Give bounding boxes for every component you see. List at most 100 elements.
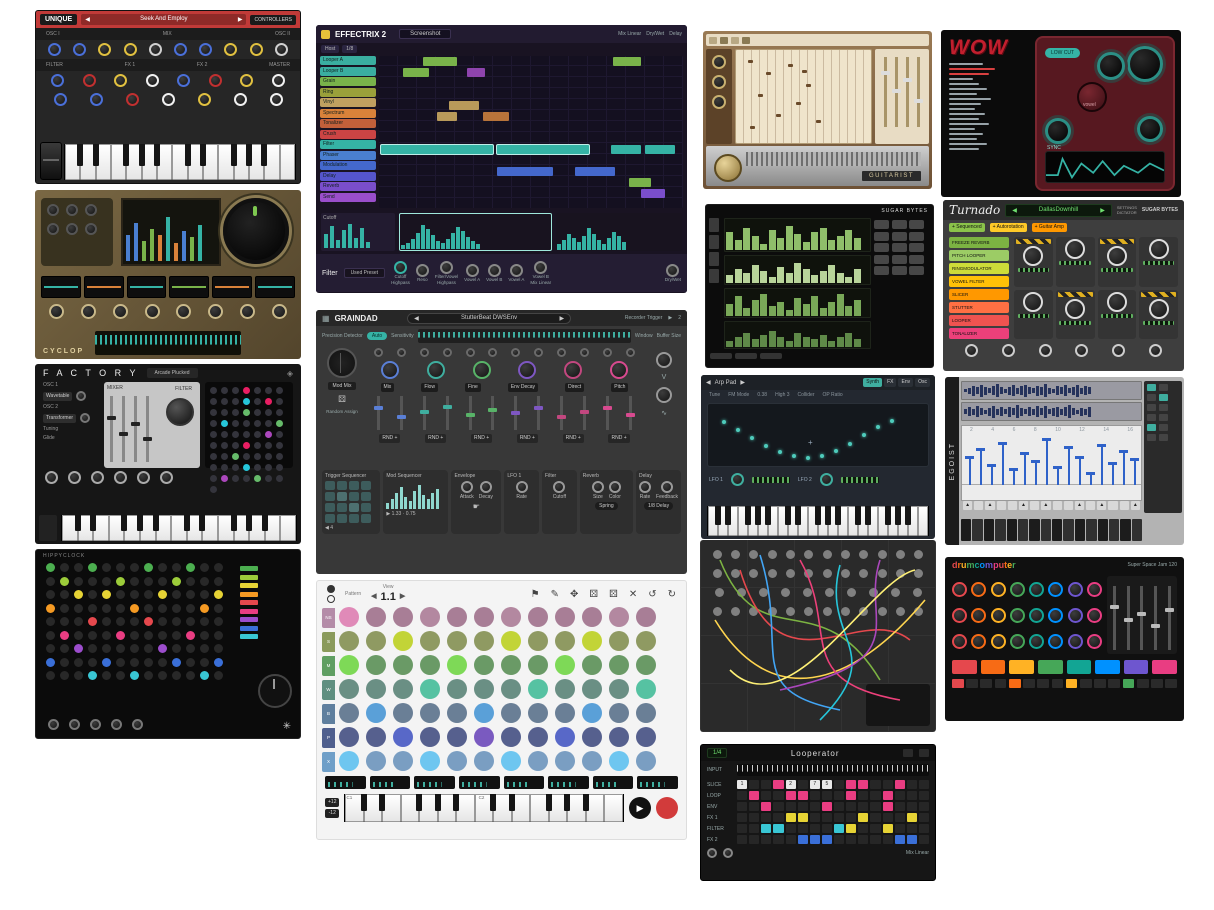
- play-icon[interactable]: ▶: [386, 511, 390, 517]
- effect-list[interactable]: Looper ALooper BGrainRingVinylSpectrumTo…: [320, 56, 376, 208]
- slice-row[interactable]: 1275: [737, 780, 929, 789]
- decay-knob[interactable]: [480, 481, 492, 493]
- fx-knob-7[interactable]: [1098, 290, 1137, 340]
- unique-keyboard[interactable]: [64, 144, 296, 180]
- record-button[interactable]: [656, 797, 678, 819]
- lfo1-knob[interactable]: [731, 473, 744, 486]
- mixer-faders[interactable]: [1107, 576, 1177, 654]
- patch-cables[interactable]: [700, 540, 936, 732]
- wobble-knob[interactable]: [223, 198, 289, 264]
- edit-tool-icons[interactable]: ⚑✎✥⚄⚄✕↺↻: [415, 589, 676, 600]
- pitch-wheel[interactable]: [40, 142, 62, 180]
- cutoff-bars[interactable]: [323, 221, 393, 249]
- graindad-main-knobs[interactable]: [367, 361, 642, 379]
- lfo-rate-knob[interactable]: [516, 481, 528, 493]
- host-sync-button[interactable]: Host: [321, 45, 339, 53]
- track-tabs[interactable]: NSSMWBPX: [322, 607, 339, 772]
- filter-cutoff-knob[interactable]: [166, 398, 194, 426]
- vowel-b2-knob[interactable]: Vowel BMix Linear: [530, 261, 551, 286]
- volume-knob[interactable]: [1137, 116, 1163, 142]
- osc2-knob[interactable]: [80, 413, 90, 423]
- osc2-type-select[interactable]: Transformer: [43, 414, 76, 423]
- buffer-waveform[interactable]: [418, 329, 631, 343]
- drum-pads[interactable]: [945, 657, 1184, 677]
- loop-length-display[interactable]: 1/4: [707, 748, 727, 758]
- sequencer-footer[interactable]: [706, 351, 933, 361]
- slice-row[interactable]: [961, 519, 1142, 541]
- lfo1-step-strip[interactable]: [752, 477, 790, 483]
- gate-lane[interactable]: [724, 288, 871, 318]
- play-button[interactable]: ▶: [629, 797, 651, 819]
- vowel-b-knob[interactable]: Vowel B: [486, 264, 502, 283]
- fx1-row[interactable]: [737, 813, 929, 822]
- mod-mix-button[interactable]: Mod Mix: [328, 382, 357, 390]
- step-row[interactable]: [945, 677, 1184, 690]
- next-icon[interactable]: ▶: [238, 16, 243, 23]
- sample-waveform-2[interactable]: [961, 402, 1142, 421]
- prev-icon[interactable]: ◀: [371, 593, 376, 601]
- header-button-2[interactable]: [919, 749, 929, 757]
- fx-knob-3[interactable]: [1098, 237, 1137, 287]
- mod-matrix-pad[interactable]: [205, 382, 293, 468]
- graindad-sliders[interactable]: [367, 396, 642, 430]
- egoist-control-rail[interactable]: [1144, 381, 1182, 513]
- turnado-preset-display[interactable]: ◀DallasDownhill▶: [1005, 204, 1112, 217]
- vowel-a-knob[interactable]: Vowel A: [464, 264, 480, 283]
- next-icon[interactable]: ▶: [740, 379, 745, 386]
- mix-mode-label[interactable]: Mix Linear: [906, 850, 929, 856]
- resonance-knob[interactable]: [1127, 46, 1163, 82]
- filter-cutoff-knob[interactable]: [553, 481, 565, 493]
- fx-knob-6[interactable]: [1056, 290, 1095, 340]
- step-grid[interactable]: [379, 56, 683, 208]
- attack-knob[interactable]: [461, 481, 473, 493]
- cyclop-mod-knobs[interactable]: [41, 198, 113, 266]
- guitarist-knob-column[interactable]: [706, 49, 732, 144]
- header-button-1[interactable]: [903, 749, 913, 757]
- graindad-preset[interactable]: ◀StutterBeat DWSEnv▶: [407, 313, 571, 324]
- dictator-link[interactable]: DICTATOR: [1117, 210, 1137, 215]
- factory-keyboard[interactable]: [61, 515, 297, 541]
- euclid-dot-grid[interactable]: [46, 563, 223, 680]
- mod-wheel[interactable]: [39, 515, 57, 541]
- drywet-knob[interactable]: Dry/Wet: [665, 264, 681, 283]
- delay-time-pill[interactable]: 1/8 Delay: [644, 502, 673, 510]
- pitch-sequencer-grid[interactable]: 246810121416: [961, 425, 1142, 501]
- tone-knob[interactable]: [656, 387, 672, 403]
- play-icon[interactable]: ▶: [668, 315, 672, 321]
- octave-buttons[interactable]: +12-12: [325, 798, 339, 818]
- graindad-random-buttons[interactable]: RND +RND +RND +RND +RND +RND +: [367, 434, 642, 443]
- unique-knob-row-1[interactable]: [36, 40, 300, 59]
- output-gain-knob[interactable]: [723, 848, 733, 858]
- turnado-slot-list[interactable]: FREEZE REVERBPITCH LOOPERRINGMODULATORVO…: [949, 237, 1009, 339]
- graindad-mode-pills[interactable]: MixFlowFineEnv DecayDirectPitch: [367, 383, 642, 392]
- effectrix-preset[interactable]: Screenshot: [399, 29, 451, 39]
- mod-lane[interactable]: [724, 321, 871, 349]
- pattern-song-toggle[interactable]: [327, 585, 335, 603]
- pattern-thumbnails[interactable]: [317, 772, 686, 793]
- dice-icon[interactable]: ⚄: [338, 394, 346, 405]
- fx-knob-5[interactable]: [1014, 290, 1053, 340]
- used-preset-dropdown[interactable]: Used Preset: [344, 268, 386, 278]
- controllers-button[interactable]: CONTROLLERS: [250, 15, 296, 25]
- mod-sequencer-bars[interactable]: [386, 481, 445, 509]
- loop-row[interactable]: [737, 791, 929, 800]
- accent-row[interactable]: ▲▲▲▲▲▲▲: [961, 501, 1142, 511]
- drive-knob[interactable]: [1045, 118, 1071, 144]
- sample-waveform-1[interactable]: [961, 381, 1142, 400]
- brass-knob[interactable]: [714, 154, 742, 182]
- factory-preset[interactable]: Arcade Plucked: [147, 368, 198, 378]
- mix-mode-label[interactable]: Mix Linear: [618, 31, 641, 37]
- mixer-sliders[interactable]: [110, 396, 149, 462]
- delay-feedback-knob[interactable]: [661, 481, 673, 493]
- note-circle-grid[interactable]: [339, 607, 681, 772]
- aparillo-tabs[interactable]: SynthFXEnvOsc: [863, 378, 930, 387]
- drumcomputer-preset[interactable]: Super Space Jam 120: [1128, 562, 1177, 568]
- osc1-knob[interactable]: [76, 391, 86, 401]
- view-selector[interactable]: View ◀1.1▶: [371, 585, 405, 603]
- prev-icon[interactable]: ◀: [85, 16, 90, 23]
- pattern-pad-buttons[interactable]: [874, 218, 930, 349]
- fx-knob-1[interactable]: [1014, 237, 1053, 287]
- unique-knob-row-3[interactable]: [36, 90, 300, 109]
- turnado-master-knobs[interactable]: [943, 341, 1184, 360]
- reverb-type-pill[interactable]: Spring: [595, 502, 617, 510]
